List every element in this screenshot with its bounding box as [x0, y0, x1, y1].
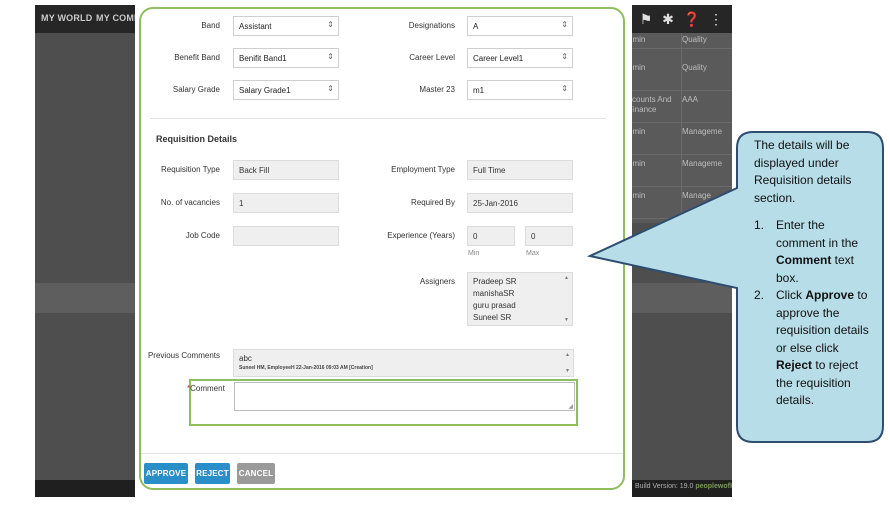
- master23-value: m1: [473, 86, 485, 95]
- table-cell: ccounts And Finance: [628, 95, 672, 114]
- experience-label: Experience (Years): [387, 231, 455, 240]
- band-select[interactable]: Assistant ⇕: [233, 16, 339, 36]
- brand-logo: peoplewofk: [695, 483, 732, 490]
- job-code-field: [233, 226, 339, 246]
- comment-label-text: Comment: [190, 384, 225, 393]
- employment-type-label: Employment Type: [391, 165, 455, 174]
- step-bold-text: Comment: [776, 253, 832, 267]
- select-arrows-icon: ⇕: [327, 20, 334, 29]
- approve-button[interactable]: APPROVE: [144, 463, 188, 484]
- step-text: Enter the comment in the: [776, 218, 859, 250]
- reject-button[interactable]: REJECT: [195, 463, 230, 484]
- select-arrows-icon: ⇕: [327, 52, 334, 61]
- callout-text: The details will be displayed under Requ…: [754, 137, 872, 410]
- salary-grade-label: Salary Grade: [172, 85, 220, 94]
- table-row: dmin Quality: [625, 17, 732, 49]
- career-level-select[interactable]: Career Level1 ⇕: [467, 48, 573, 68]
- step-bold-text: Approve: [805, 288, 855, 302]
- master23-select[interactable]: m1 ⇕: [467, 80, 573, 100]
- list-item: manishaSR: [473, 289, 515, 298]
- select-arrows-icon: ⇕: [561, 84, 568, 93]
- table-cell: dmin: [628, 35, 646, 44]
- select-arrows-icon: ⇕: [561, 20, 568, 29]
- comment-label: *Comment: [187, 384, 225, 393]
- requisition-type-value: Back Fill: [239, 166, 270, 175]
- select-arrows-icon: ⇕: [327, 84, 334, 93]
- table-cell: Quality: [682, 63, 707, 72]
- table-cell: dmin: [628, 63, 646, 72]
- designations-label: Designations: [408, 21, 455, 30]
- job-code-label: Job Code: [185, 231, 220, 240]
- section-title: Requisition Details: [156, 134, 238, 144]
- requisition-type-field: Back Fill: [233, 160, 339, 180]
- table-row: dmin Quality: [625, 59, 732, 91]
- assigners-label: Assigners: [419, 277, 455, 286]
- callout-step-1: 1. Enter the comment in the Comment text…: [754, 217, 872, 287]
- required-by-value: 25-Jan-2016: [473, 199, 518, 208]
- step-number: 1.: [754, 218, 765, 232]
- benefit-band-select[interactable]: Benifit Band1 ⇕: [233, 48, 339, 68]
- build-version-text: Build Version: 19.0: [635, 483, 694, 490]
- experience-min-caption: Min: [468, 250, 480, 257]
- footer-divider: [140, 453, 624, 454]
- scrollbar[interactable]: ▲ ▼: [564, 273, 570, 325]
- requisition-type-label: Requisition Type: [161, 165, 220, 174]
- callout-steps: 1. Enter the comment in the Comment text…: [754, 217, 872, 410]
- previous-comments-box[interactable]: abc Suneel HM, EmployeeH 22-Jan-2016 09:…: [233, 349, 574, 377]
- assigners-list[interactable]: Pradeep SR manishaSR guru prasad Suneel …: [467, 272, 573, 326]
- list-item: guru prasad: [473, 301, 516, 310]
- step-text: Click: [776, 288, 806, 302]
- salary-grade-select[interactable]: Salary Grade1 ⇕: [233, 80, 339, 100]
- list-item: Pradeep SR: [473, 277, 517, 286]
- list-item: Suneel SR: [473, 313, 512, 322]
- benefit-band-value: Benifit Band1: [239, 54, 287, 63]
- screenshot: MY WORLD MY COMPA ⚑ ✱ ❓ ⋮ dmin Quality d…: [0, 0, 890, 512]
- callout-intro: The details will be displayed under Requ…: [754, 138, 852, 205]
- master23-label: Master 23: [419, 85, 455, 94]
- vacancies-label: No. of vacancies: [160, 198, 220, 207]
- experience-min-value: 0: [473, 232, 478, 241]
- select-arrows-icon: ⇕: [561, 52, 568, 61]
- band-value: Assistant: [239, 22, 272, 31]
- required-by-field: 25-Jan-2016: [467, 193, 573, 213]
- salary-grade-value: Salary Grade1: [239, 86, 291, 95]
- section-divider: [150, 118, 606, 119]
- scrollbar[interactable]: ▲ ▼: [565, 350, 571, 376]
- table-cell: AAA: [682, 95, 699, 104]
- step-number: 2.: [754, 288, 765, 302]
- experience-max-caption: Max: [526, 250, 540, 257]
- required-by-label: Required By: [410, 198, 455, 207]
- career-level-label: Career Level: [409, 53, 455, 62]
- benefit-band-label: Benefit Band: [174, 53, 220, 62]
- nav-my-world[interactable]: MY WORLD: [41, 13, 92, 23]
- previous-comment-text: abc: [239, 354, 252, 363]
- employment-type-value: Full Time: [473, 166, 506, 175]
- step-bold-text: Reject: [776, 358, 813, 372]
- table-row: ccounts And Finance AAA: [625, 91, 732, 123]
- designations-select[interactable]: A ⇕: [467, 16, 573, 36]
- experience-max-value: 0: [531, 232, 536, 241]
- cancel-button[interactable]: CANCEL: [237, 463, 275, 484]
- vacancies-value: 1: [239, 199, 244, 208]
- career-level-value: Career Level1: [473, 54, 524, 63]
- employment-type-field: Full Time: [467, 160, 573, 180]
- experience-max-field: 0: [525, 226, 573, 246]
- previous-comments-label: Previous Comments: [147, 351, 220, 360]
- resize-handle-icon[interactable]: ◢: [568, 403, 573, 410]
- designations-value: A: [473, 22, 479, 31]
- vacancies-field: 1: [233, 193, 339, 213]
- band-label: Band: [201, 21, 220, 30]
- previous-comment-meta: Suneel HM, EmployeeH 22-Jan-2016 09:03 A…: [239, 365, 373, 371]
- table-cell: Quality: [682, 35, 707, 44]
- experience-min-field: 0: [467, 226, 515, 246]
- callout-step-2: 2. Click Approve to approve the requisit…: [754, 287, 872, 410]
- build-version: Build Version: 19.0 peoplewofk: [635, 483, 732, 490]
- comment-textarea[interactable]: ◢: [234, 382, 575, 411]
